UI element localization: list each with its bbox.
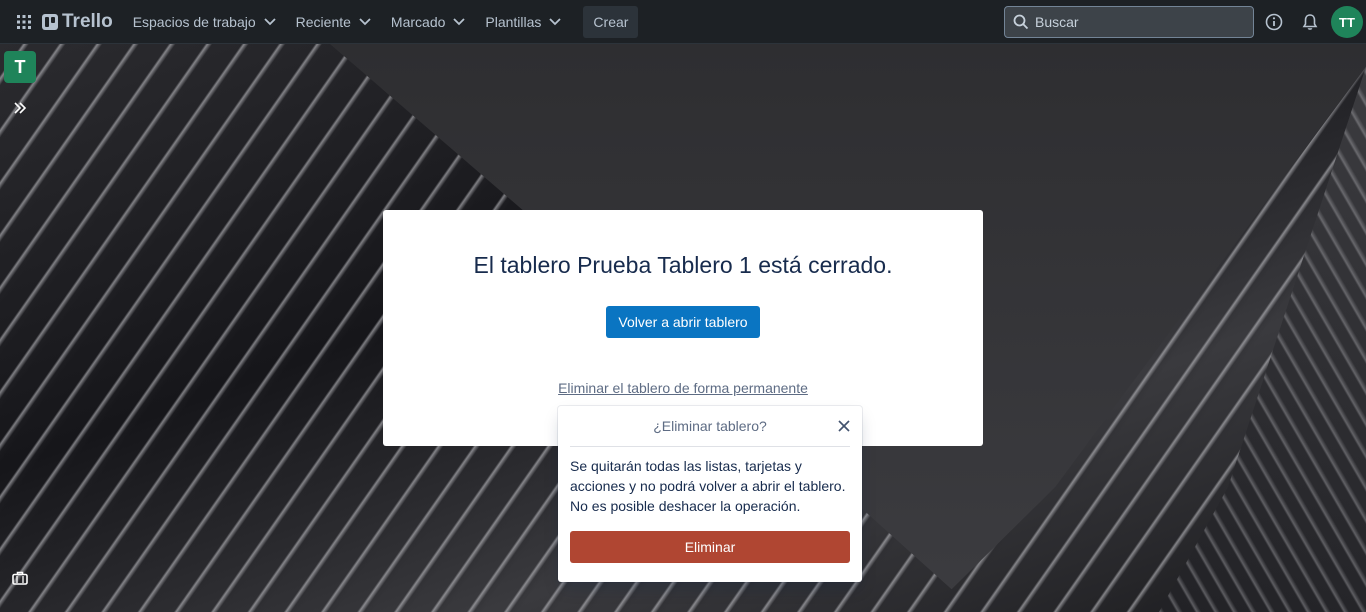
nav-recent-button[interactable]: Reciente xyxy=(286,6,381,38)
apps-grid-icon[interactable] xyxy=(12,10,36,34)
confirm-delete-button[interactable]: Eliminar xyxy=(570,531,850,563)
chevron-down-icon xyxy=(264,17,276,25)
popover-title: ¿Eliminar tablero? xyxy=(653,418,767,434)
nav-label: Espacios de trabajo xyxy=(132,13,256,30)
popover-divider xyxy=(570,446,850,447)
trello-logo-icon xyxy=(42,13,58,30)
nav-label: Plantillas xyxy=(485,13,542,30)
nav-label: Reciente xyxy=(295,13,351,30)
closed-board-title: El tablero Prueba Tablero 1 está cerrado… xyxy=(473,252,893,278)
chevron-down-icon xyxy=(549,17,562,25)
chevron-down-icon xyxy=(453,17,466,25)
close-icon[interactable] xyxy=(836,418,852,434)
chevron-down-icon xyxy=(359,17,371,25)
logo-text: Trello xyxy=(62,10,113,32)
trello-logo[interactable]: Trello xyxy=(42,11,113,33)
workspace-tile[interactable]: T xyxy=(4,51,36,83)
nav-workspaces-button[interactable]: Espacios de trabajo xyxy=(123,6,286,38)
bell-icon[interactable] xyxy=(1298,10,1322,34)
nav-starred-button[interactable]: Marcado xyxy=(381,6,475,38)
reopen-board-button[interactable]: Volver a abrir tablero xyxy=(606,306,760,338)
nav-label: Marcado xyxy=(390,13,446,30)
user-avatar[interactable]: TT xyxy=(1331,6,1363,38)
search-icon xyxy=(1013,14,1029,30)
create-button[interactable]: Crear xyxy=(583,5,639,38)
search-input[interactable] xyxy=(1035,14,1235,30)
delete-board-popover: ¿Eliminar tablero? Se quitarán todas las… xyxy=(558,406,862,582)
popover-body: Se quitarán todas las listas, tarjetas y… xyxy=(570,458,846,514)
expand-sidebar-icon[interactable] xyxy=(10,98,30,118)
search-box[interactable] xyxy=(1004,6,1254,38)
briefcase-icon[interactable] xyxy=(12,570,28,585)
nav-templates-button[interactable]: Plantillas xyxy=(475,6,571,38)
info-icon[interactable] xyxy=(1262,10,1286,34)
delete-board-permanently-link[interactable]: Eliminar el tablero de forma permanente xyxy=(558,380,808,396)
